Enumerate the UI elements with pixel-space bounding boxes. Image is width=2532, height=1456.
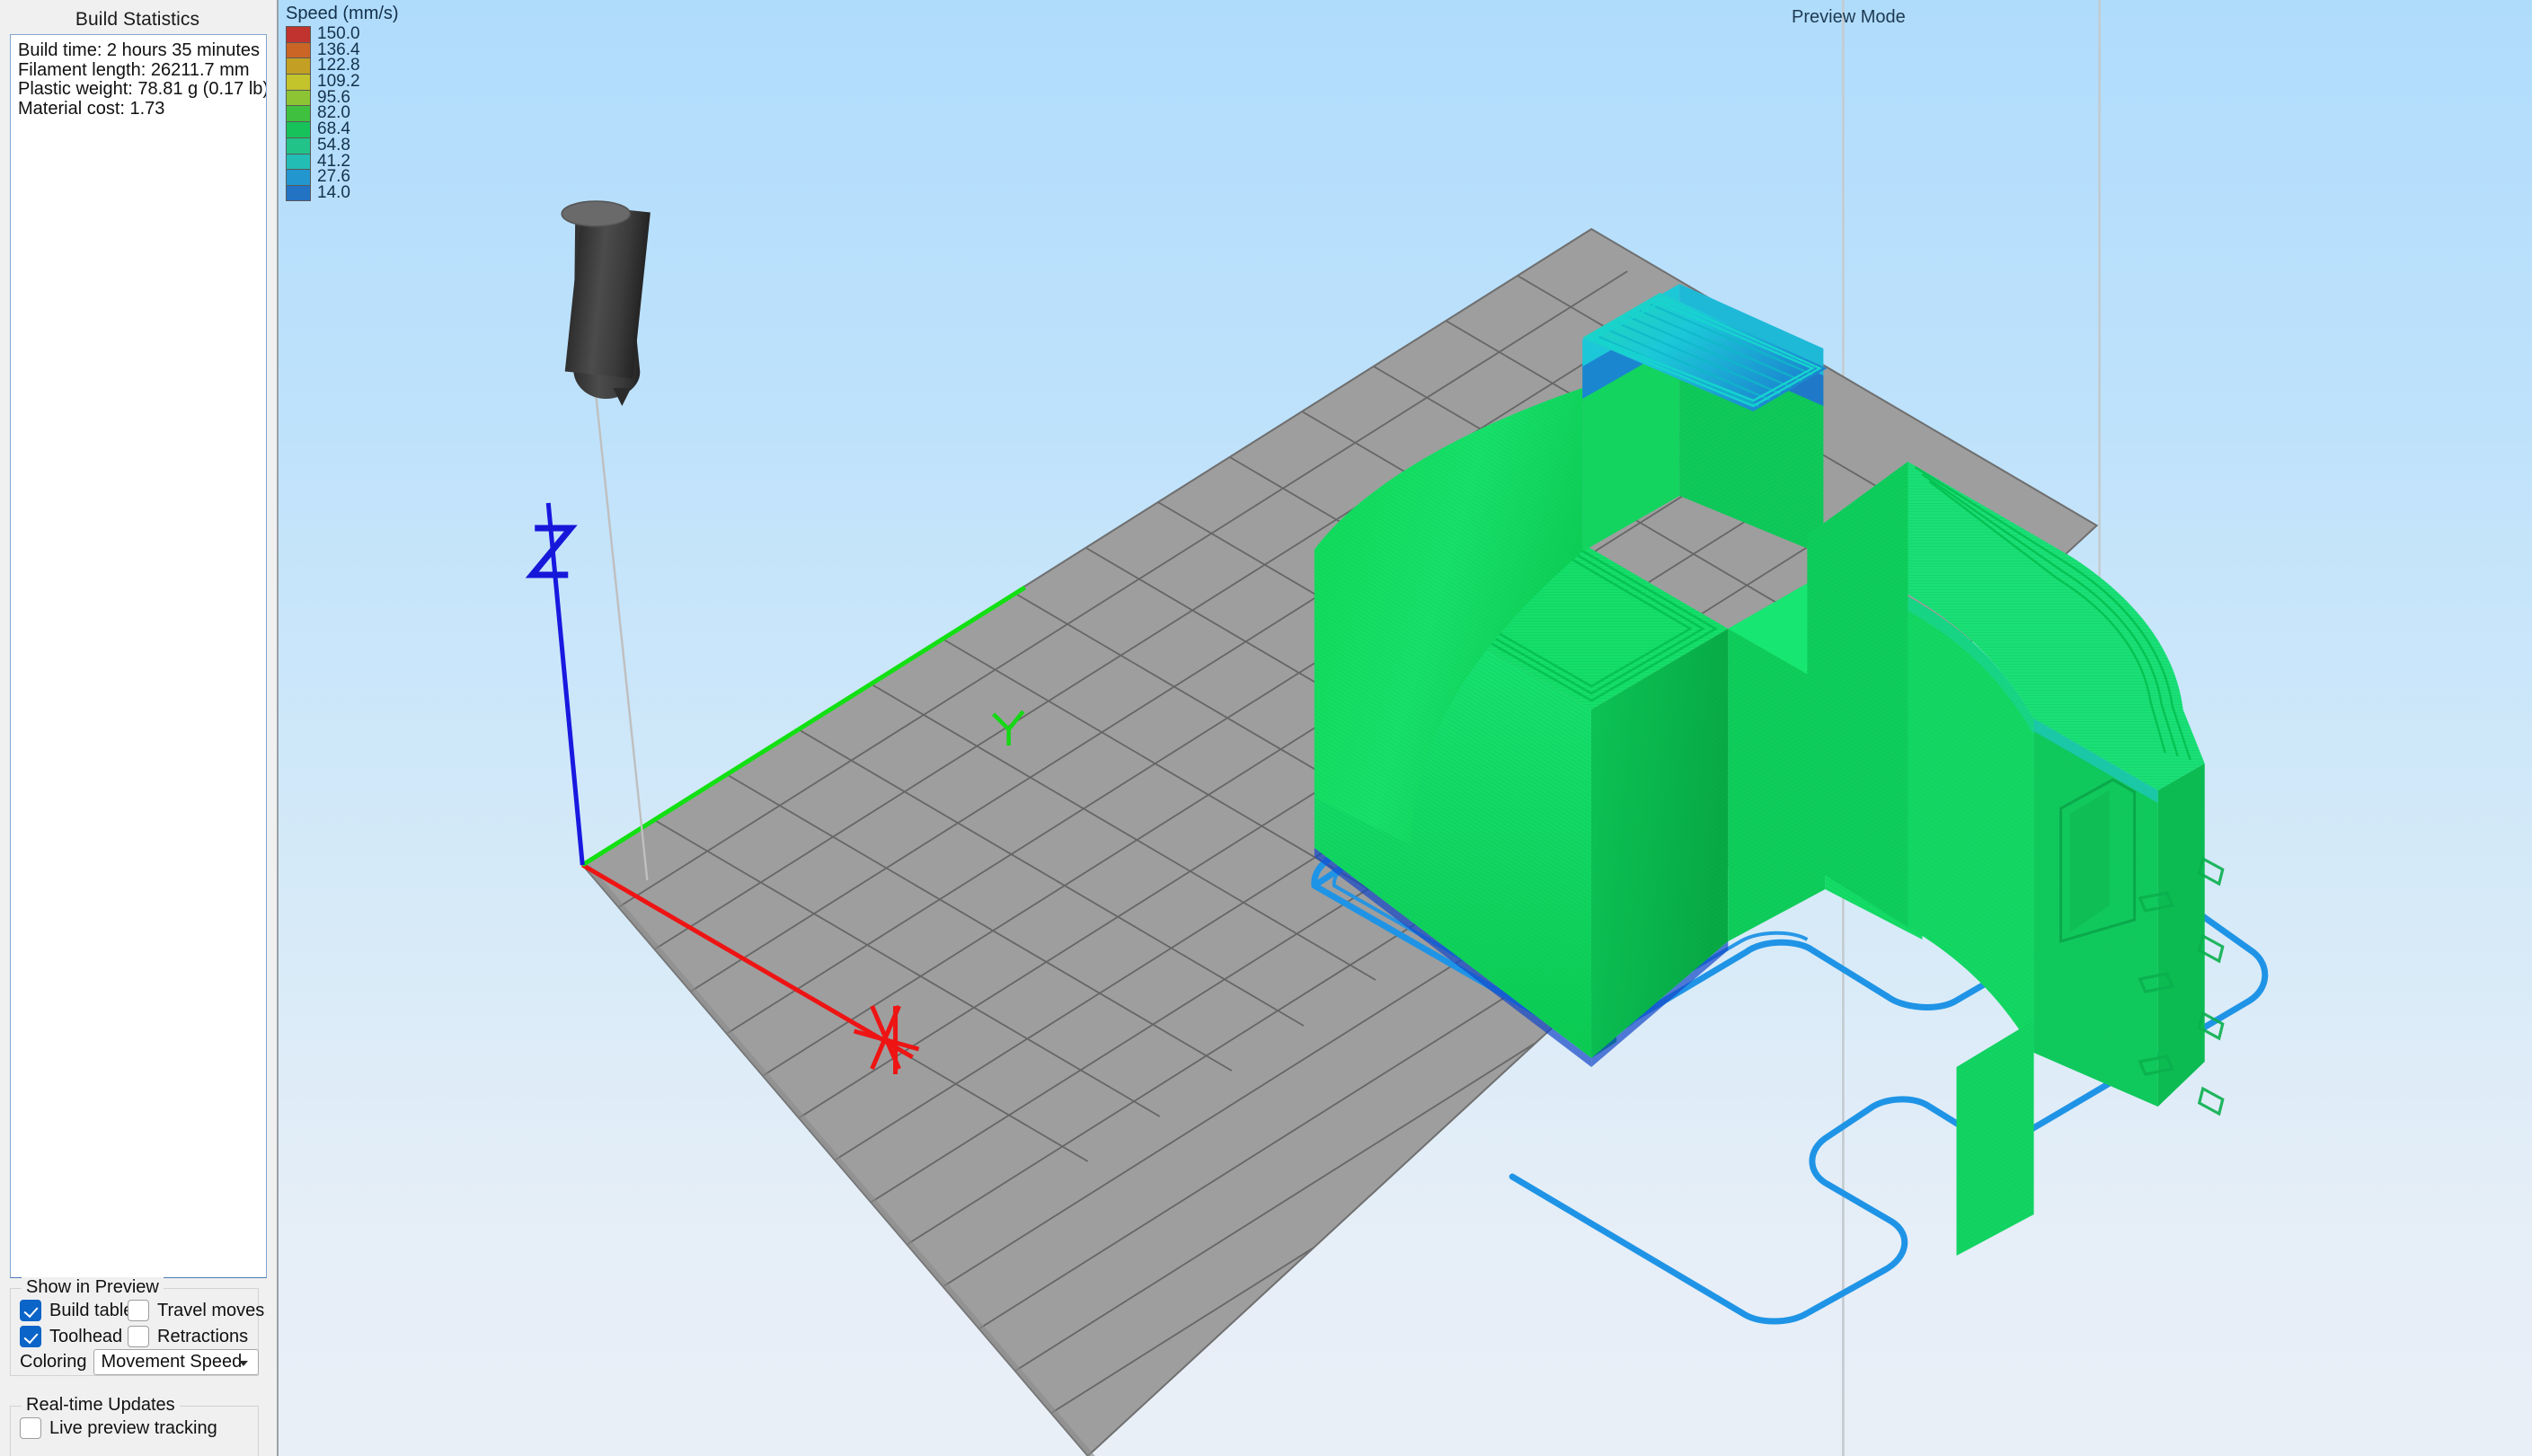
3d-scene-canvas[interactable] [279, 0, 2532, 1456]
real-time-updates-label: Real-time Updates [22, 1395, 180, 1416]
coloring-caption: Coloring [20, 1352, 86, 1372]
stat-plastic-weight: Plastic weight: 78.81 g (0.17 lb) [18, 80, 259, 100]
coloring-selected-value: Movement Speed [101, 1352, 242, 1372]
stat-material-cost: Material cost: 1.73 [18, 100, 259, 119]
checkbox-row-build-table[interactable]: Build table [20, 1300, 133, 1321]
build-statistics-list: Build time: 2 hours 35 minutes Filament … [11, 35, 266, 119]
3d-preview-viewport[interactable]: Speed (mm/s) 150.0 136.4 122.8 109.2 95.… [279, 0, 2532, 1456]
travel-moves-checkbox[interactable] [128, 1300, 149, 1321]
checkbox-row-toolhead[interactable]: Toolhead [20, 1326, 122, 1347]
build-table-label: Build table [49, 1301, 133, 1321]
slicer-preview-window: Build Statistics Build time: 2 hours 35 … [0, 0, 2532, 1456]
travel-moves-label: Travel moves [157, 1301, 264, 1321]
retractions-label: Retractions [157, 1327, 248, 1347]
checkbox-row-live-preview-tracking[interactable]: Live preview tracking [20, 1417, 217, 1439]
coloring-row: Coloring Movement Speed [20, 1349, 259, 1375]
retractions-checkbox[interactable] [128, 1326, 149, 1347]
model-right-block [1807, 462, 2222, 1114]
build-table-checkbox[interactable] [20, 1300, 41, 1321]
live-preview-tracking-label: Live preview tracking [49, 1418, 217, 1439]
live-preview-tracking-checkbox[interactable] [20, 1417, 41, 1439]
chevron-down-icon [239, 1361, 248, 1366]
show-in-preview-group: Show in Preview Build table Travel moves… [10, 1288, 259, 1376]
stat-build-time: Build time: 2 hours 35 minutes [18, 41, 259, 61]
stat-filament-length: Filament length: 26211.7 mm [18, 61, 259, 81]
checkbox-row-travel-moves[interactable]: Travel moves [128, 1300, 264, 1321]
toolhead-label: Toolhead [49, 1327, 122, 1347]
z-axis-line [548, 503, 582, 865]
show-in-preview-label: Show in Preview [22, 1277, 164, 1298]
coloring-select[interactable]: Movement Speed [93, 1349, 259, 1375]
build-statistics-textbox[interactable]: Build time: 2 hours 35 minutes Filament … [10, 34, 267, 1278]
real-time-updates-group: Real-time Updates Live preview tracking [10, 1406, 259, 1456]
toolhead-checkbox[interactable] [20, 1326, 41, 1347]
left-sidebar: Build Statistics Build time: 2 hours 35 … [0, 0, 279, 1456]
sidebar-content: Build Statistics Build time: 2 hours 35 … [0, 0, 275, 1456]
page-title: Build Statistics [0, 0, 275, 38]
checkbox-row-retractions[interactable]: Retractions [128, 1326, 248, 1347]
